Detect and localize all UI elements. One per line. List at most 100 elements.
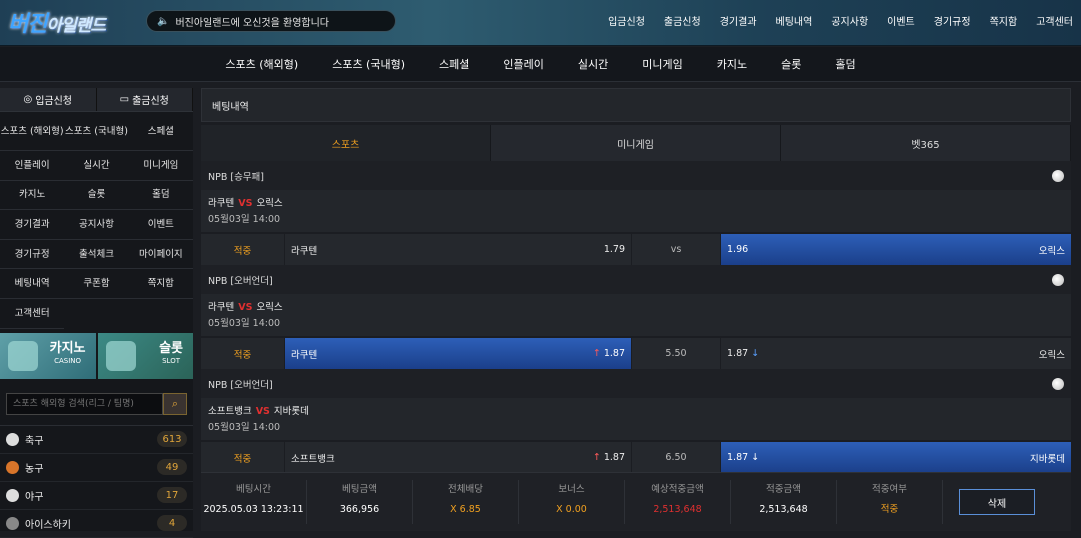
slot-sub: SLOT <box>162 356 180 365</box>
topnav-bet-history[interactable]: 베팅내역 <box>776 13 813 28</box>
sports-search: ⌕ <box>6 392 187 415</box>
sidebar-item[interactable]: 스페셜 <box>128 112 193 151</box>
topnav-notice[interactable]: 공지사항 <box>831 13 868 28</box>
summary-label: 예상적중금액 <box>651 484 704 495</box>
nav-live[interactable]: 실시간 <box>578 56 608 72</box>
home-odds-cell[interactable]: 라쿠텐 ↑ 1.87 <box>285 338 631 369</box>
casino-title: 카지노 <box>49 340 86 356</box>
away-odds-cell[interactable]: 1.96 오릭스 <box>721 234 1071 265</box>
away-odds: 1.87 <box>727 452 749 463</box>
nav-holdem[interactable]: 홀덤 <box>835 56 855 72</box>
tab-bet365[interactable]: 벳365 <box>781 125 1071 161</box>
sidebar-item[interactable]: 홀덤 <box>128 181 193 211</box>
home-odds-cell[interactable]: 라쿠텐 1.79 <box>285 234 631 265</box>
home-odds-cell[interactable]: 소프트뱅크 ↑ 1.87 <box>285 442 631 473</box>
summary-value: 2,513,648 <box>759 504 808 515</box>
topnav-withdraw[interactable]: 출금신청 <box>664 13 701 28</box>
away-odds: 1.87 <box>727 348 749 359</box>
sidebar-item[interactable]: 미니게임 <box>128 151 193 181</box>
soccer-ball-icon <box>6 432 19 446</box>
topnav-support[interactable]: 고객센터 <box>1036 13 1073 28</box>
sport-name: 아이스하키 <box>25 519 71 531</box>
sidebar-item[interactable]: 고객센터 <box>0 299 65 329</box>
withdraw-button[interactable]: ▭ 출금신청 <box>96 88 193 111</box>
nav-minigame[interactable]: 미니게임 <box>642 56 682 72</box>
result-status: 적중 <box>201 338 284 369</box>
summary-result: 적중여부 적중 <box>837 480 943 524</box>
search-button[interactable]: ⌕ <box>163 392 187 415</box>
sidebar-item[interactable]: 베팅내역 <box>0 269 65 299</box>
casino-banner[interactable]: 카지노 CASINO <box>0 332 96 379</box>
tab-sports[interactable]: 스포츠 <box>201 125 491 161</box>
arrow-down-icon: ↓ <box>751 348 760 359</box>
topnav-messages[interactable]: 쪽지함 <box>990 13 1018 28</box>
sport-item-basketball[interactable]: 농구 49 <box>0 454 193 482</box>
nav-slot[interactable]: 슬롯 <box>781 56 801 72</box>
sidebar-item[interactable]: 스포츠 (국내형) <box>64 112 129 151</box>
home-name: 소프트뱅크 <box>291 453 335 465</box>
site-logo[interactable]: 버진아일랜드 <box>8 6 120 40</box>
topnav-deposit[interactable]: 입금신청 <box>608 13 645 28</box>
top-nav: 입금신청 출금신청 경기결과 베팅내역 공지사항 이벤트 경기규정 쪽지함 고객… <box>608 13 1073 28</box>
sidebar-item[interactable]: 공지사항 <box>64 210 129 240</box>
deposit-button[interactable]: ◎ 입금신청 <box>0 88 97 111</box>
sidebar: ◎ 입금신청 ▭ 출금신청 스포츠 (해외형) 스포츠 (국내형) 스페셜 인플레이… <box>0 88 193 538</box>
nav-sports-domestic[interactable]: 스포츠 (국내형) <box>332 56 405 72</box>
sport-item-icehockey[interactable]: 아이스하키 4 <box>0 510 193 538</box>
topnav-rules[interactable]: 경기규정 <box>934 13 971 28</box>
odds-row: 적중 라쿠텐 ↑ 1.87 5.50 1.87 ↓ 오릭스 <box>201 338 1071 369</box>
sidebar-item[interactable]: 마이페이지 <box>128 240 193 270</box>
topnav-results[interactable]: 경기결과 <box>720 13 757 28</box>
slot-banner[interactable]: 슬롯 SLOT <box>97 332 193 379</box>
sidebar-item[interactable]: 인플레이 <box>0 151 65 181</box>
mid-odds: 5.50 <box>632 338 720 369</box>
league-name: NPB [승무패] <box>208 171 265 183</box>
sport-item-soccer[interactable]: 축구 613 <box>0 426 193 454</box>
sidebar-item[interactable]: 쪽지함 <box>128 269 193 299</box>
sidebar-item[interactable]: 이벤트 <box>128 210 193 240</box>
sidebar-item[interactable]: 경기규정 <box>0 240 65 270</box>
away-team: 오릭스 <box>256 302 283 313</box>
sidebar-item[interactable]: 슬롯 <box>64 181 129 211</box>
search-icon: ⌕ <box>171 396 179 410</box>
away-odds: 1.96 <box>727 244 749 255</box>
summary-value: X 0.00 <box>556 504 587 515</box>
casino-sub: CASINO <box>54 356 82 365</box>
match-date: 05월03일 14:00 <box>208 422 281 433</box>
summary-bonus: 보너스 X 0.00 <box>519 480 625 524</box>
delete-button[interactable]: 삭제 <box>959 489 1035 515</box>
summary-label: 보너스 <box>558 484 585 495</box>
nav-special[interactable]: 스페셜 <box>439 56 469 72</box>
sidebar-item[interactable]: 스포츠 (해외형) <box>0 112 65 151</box>
odds-row: 적중 라쿠텐 1.79 vs 1.96 오릭스 <box>201 234 1071 265</box>
speaker-icon: 🔈 <box>157 15 170 27</box>
league-header: NPB [승무패] <box>201 161 1071 190</box>
deposit-withdraw-bar: ◎ 입금신청 ▭ 출금신청 <box>0 88 193 112</box>
summary-label: 베팅시간 <box>236 484 271 495</box>
sidebar-item[interactable]: 경기결과 <box>0 210 65 240</box>
sidebar-item[interactable]: 실시간 <box>64 151 129 181</box>
search-input[interactable] <box>6 392 163 415</box>
sidebar-item[interactable]: 쿠폰함 <box>64 269 129 299</box>
coin-icon: ◎ <box>23 94 33 105</box>
sport-item-baseball[interactable]: 야구 17 <box>0 482 193 510</box>
match-date: 05월03일 14:00 <box>208 214 281 225</box>
league-header: NPB [오버언더] <box>201 369 1071 398</box>
sidebar-item[interactable]: 출석체크 <box>64 240 129 270</box>
nav-sports-intl[interactable]: 스포츠 (해외형) <box>225 56 298 72</box>
sport-name: 축구 <box>25 435 44 447</box>
baseball-icon <box>1052 377 1064 390</box>
tab-minigame[interactable]: 미니게임 <box>491 125 781 161</box>
nav-inplay[interactable]: 인플레이 <box>503 56 543 72</box>
topnav-event[interactable]: 이벤트 <box>887 13 915 28</box>
basketball-icon <box>6 460 19 474</box>
promo-banners: 카지노 CASINO 슬롯 SLOT <box>0 332 193 379</box>
summary-value: 2025.05.03 13:23:11 <box>203 504 304 515</box>
away-odds-cell[interactable]: 1.87 ↓ 지바롯데 <box>721 442 1071 473</box>
sidebar-item[interactable]: 카지노 <box>0 181 65 211</box>
summary-bet-time: 베팅시간 2025.05.03 13:23:11 <box>201 480 307 524</box>
away-odds-cell[interactable]: 1.87 ↓ 오릭스 <box>721 338 1071 369</box>
nav-casino[interactable]: 카지노 <box>717 56 747 72</box>
match-info: 라쿠텐 VS 오릭스 05월03일 14:00 <box>201 190 1071 232</box>
home-odds: 1.79 <box>603 244 625 255</box>
